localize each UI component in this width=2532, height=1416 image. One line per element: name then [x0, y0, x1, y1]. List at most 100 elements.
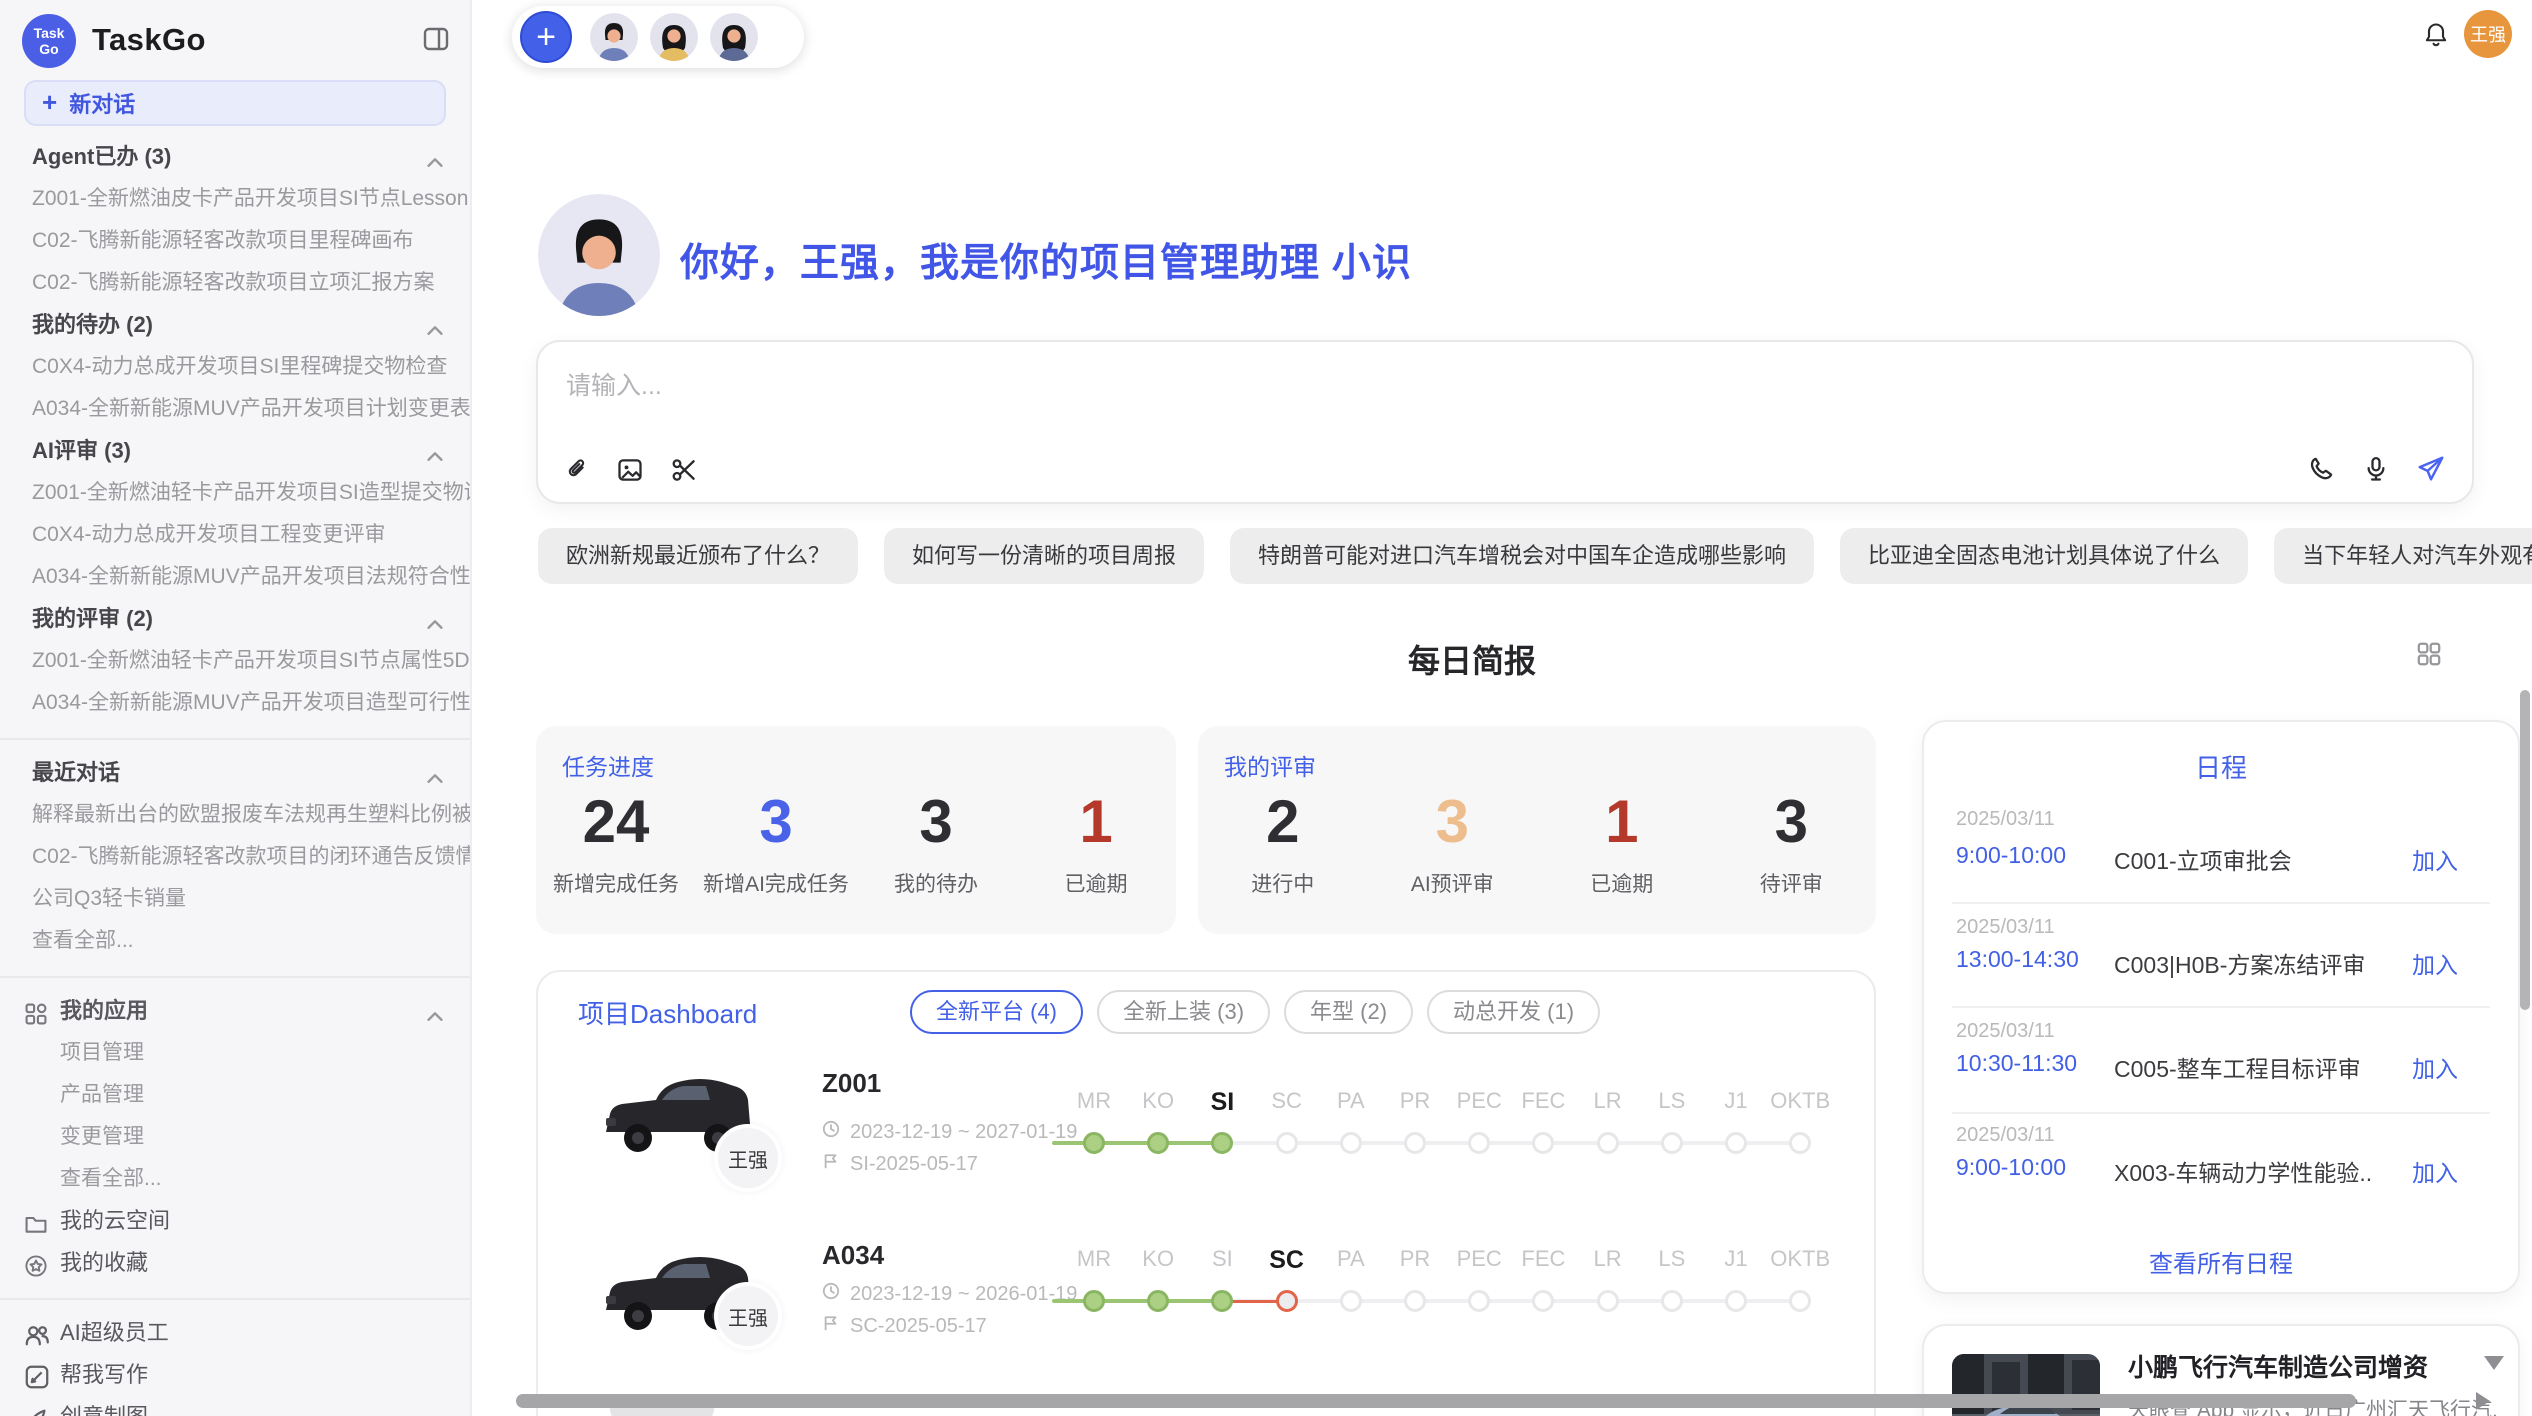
sidebar-app-item[interactable]: 项目管理	[0, 1032, 470, 1074]
chevron-up-icon[interactable]	[424, 762, 446, 794]
sidebar-app-item[interactable]: 产品管理	[0, 1074, 470, 1116]
sidebar-recent-header[interactable]: 最近对话	[0, 752, 470, 794]
folder-icon	[24, 1208, 48, 1242]
milestone-label: PEC	[1457, 1088, 1502, 1114]
scissors-icon[interactable]	[670, 456, 698, 484]
schedule-item-date: 2025/03/11	[1956, 1020, 2055, 1043]
sidebar-task-item[interactable]: A034-全新新能源MUV产品开发项目法规符合性评审	[0, 556, 470, 598]
sidebar-section-header[interactable]: Agent已办 (3)	[0, 136, 470, 178]
add-contact-button[interactable]: +	[520, 11, 572, 63]
schedule-join-link[interactable]: 加入	[2412, 1154, 2458, 1188]
new-chat-button[interactable]: + 新对话	[24, 80, 446, 126]
favorites-label: 我的收藏	[60, 1250, 148, 1275]
sidebar-section-header[interactable]: 我的待办 (2)	[0, 304, 470, 346]
sidebar-task-item[interactable]: C0X4-动力总成开发项目SI里程碑提交物检查	[0, 346, 470, 388]
horizontal-scrollbar[interactable]	[516, 1394, 2356, 1408]
user-avatar[interactable]: 王强	[2464, 10, 2512, 58]
sidebar-item-cloud[interactable]: 我的云空间	[0, 1200, 470, 1242]
schedule-join-link[interactable]: 加入	[2412, 1050, 2458, 1084]
logo-line2: Go	[39, 41, 58, 57]
dashboard-title: 项目Dashboard	[578, 994, 757, 1031]
schedule-join-link[interactable]: 加入	[2412, 842, 2458, 876]
sidebar-app-item[interactable]: 查看全部...	[0, 1158, 470, 1200]
bell-icon[interactable]	[2422, 20, 2450, 48]
stat-value: 1	[1016, 786, 1176, 858]
schedule-item-time: 9:00-10:00	[1956, 842, 2066, 869]
project-flag-date: SI-2025-05-17	[822, 1152, 978, 1176]
cloud-label: 我的云空间	[60, 1208, 170, 1233]
sidebar-recent-item[interactable]: 公司Q3轻卡销量	[0, 878, 470, 920]
contact-avatar[interactable]	[648, 11, 700, 63]
stat-value: 3	[856, 786, 1016, 858]
suggestion-chip[interactable]: 欧洲新规最近颁布了什么？	[538, 528, 858, 584]
image-icon[interactable]	[616, 456, 644, 484]
section-label: 最近对话	[32, 760, 120, 785]
dashboard-filter-pill[interactable]: 全新上装 (3)	[1097, 990, 1270, 1034]
sidebar-tool-write[interactable]: 帮我写作	[0, 1354, 470, 1396]
sidebar-recent-item[interactable]: 查看全部...	[0, 920, 470, 962]
chat-input[interactable]: 请输入...	[536, 340, 2474, 504]
sidebar-task-item[interactable]: Z001-全新燃油皮卡产品开发项目SI节点Lesson Learn报告	[0, 178, 470, 220]
mic-icon[interactable]	[2362, 455, 2390, 483]
chevron-up-icon[interactable]	[424, 146, 446, 178]
milestone-dot	[1661, 1132, 1683, 1154]
suggestion-chip[interactable]: 当下年轻人对汽车外观有怎样的喜好趋势	[2274, 528, 2532, 584]
sidebar-task-item[interactable]: C0X4-动力总成开发项目工程变更评审	[0, 514, 470, 556]
milestone-dot	[1661, 1290, 1683, 1312]
schedule-view-all-link[interactable]: 查看所有日程	[1924, 1244, 2518, 1279]
milestone-dot	[1532, 1132, 1554, 1154]
stat-label: 我的待办	[856, 868, 1016, 898]
chevron-up-icon[interactable]	[424, 608, 446, 640]
dashboard-filter-pill[interactable]: 动总开发 (1)	[1427, 990, 1600, 1034]
sidebar-section-header[interactable]: AI评审 (3)	[0, 430, 470, 472]
sidebar-recent-item[interactable]: 解释最新出台的欧盟报废车法规再生塑料比例被调至15%...	[0, 794, 470, 836]
vertical-scrollbar[interactable]	[2520, 690, 2530, 1010]
scroll-down-arrow[interactable]	[2484, 1356, 2504, 1370]
greeting-text: 你好，王强，我是你的项目管理助理 小识	[680, 232, 1412, 288]
section-label: AI评审 (3)	[32, 438, 131, 463]
sidebar-task-item[interactable]: C02-飞腾新能源轻客改款项目立项汇报方案	[0, 262, 470, 304]
sidebar-apps-header[interactable]: 我的应用	[0, 990, 470, 1032]
app-logo: Task Go	[22, 14, 76, 68]
sidebar-app-item[interactable]: 变更管理	[0, 1116, 470, 1158]
dashboard-filter-pill[interactable]: 全新平台 (4)	[910, 990, 1083, 1034]
milestone-label: J1	[1724, 1088, 1747, 1114]
chevron-up-icon[interactable]	[424, 1000, 446, 1032]
chevron-up-icon[interactable]	[424, 440, 446, 472]
milestone-label: LS	[1658, 1246, 1685, 1272]
sidebar-item-favorites[interactable]: 我的收藏	[0, 1242, 470, 1284]
sidebar-task-item[interactable]: C02-飞腾新能源轻客改款项目里程碑画布	[0, 220, 470, 262]
sidebar-task-item[interactable]: A034-全新新能源MUV产品开发项目计划变更表编写	[0, 388, 470, 430]
sidebar-task-item[interactable]: A034-全新新能源MUV产品开发项目造型可行性评审	[0, 682, 470, 724]
sidebar-section-header[interactable]: 我的评审 (2)	[0, 598, 470, 640]
sidebar-recent-item[interactable]: C02-飞腾新能源轻客改款项目的闭环通告反馈情况	[0, 836, 470, 878]
schedule-item-title: C001-立项审批会	[2114, 842, 2292, 876]
star-icon	[24, 1250, 48, 1284]
suggestion-chip[interactable]: 比亚迪全固态电池计划具体说了什么	[1840, 528, 2248, 584]
divider	[0, 1298, 470, 1300]
suggestion-chip[interactable]: 如何写一份清晰的项目周报	[884, 528, 1204, 584]
milestone-label: KO	[1142, 1246, 1174, 1272]
schedule-item-title: C003|H0B-方案冻结评审	[2114, 946, 2365, 980]
chevron-up-icon[interactable]	[424, 314, 446, 346]
tool-label: 帮我写作	[60, 1362, 148, 1387]
contact-avatar[interactable]	[588, 11, 640, 63]
send-icon[interactable]	[2416, 454, 2446, 484]
scroll-right-arrow[interactable]	[2476, 1392, 2490, 1410]
contact-avatar[interactable]	[708, 11, 760, 63]
panel-toggle-icon[interactable]	[422, 24, 450, 52]
schedule-item-time: 10:30-11:30	[1956, 1050, 2077, 1077]
dashboard-filter-pill[interactable]: 年型 (2)	[1284, 990, 1413, 1034]
grid-icon[interactable]	[2416, 638, 2442, 675]
sidebar-task-item[interactable]: Z001-全新燃油轻卡产品开发项目SI造型提交物评审	[0, 472, 470, 514]
suggestion-chip[interactable]: 特朗普可能对进口汽车增税会对中国车企造成哪些影响	[1230, 528, 1814, 584]
main-area: + 王强 你好，王强，我是你的项目管理助理 小识 请输入... 欧洲新规最近	[472, 0, 2532, 1416]
sidebar-tool-draw[interactable]: 创意制图	[0, 1396, 470, 1416]
milestone-label: J1	[1724, 1246, 1747, 1272]
sidebar-tool-ai-employee[interactable]: AI超级员工	[0, 1312, 470, 1354]
phone-icon[interactable]	[2308, 455, 2336, 483]
paperclip-icon[interactable]	[564, 457, 590, 483]
sidebar-task-item[interactable]: Z001-全新燃油轻卡产品开发项目SI节点属性5D文件评审	[0, 640, 470, 682]
milestone-label: PR	[1400, 1088, 1431, 1114]
schedule-join-link[interactable]: 加入	[2412, 946, 2458, 980]
